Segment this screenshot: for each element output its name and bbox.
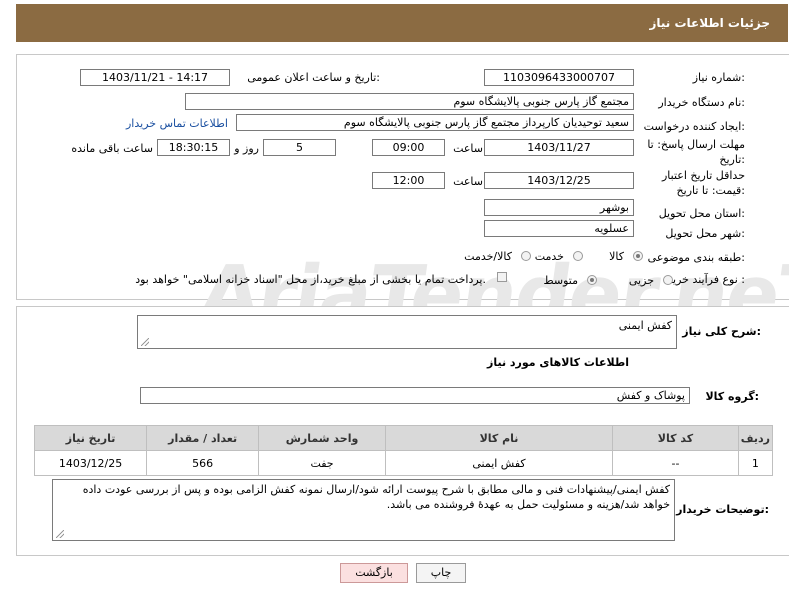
cell-name: کفش ایمنی <box>384 450 614 476</box>
category-goods-radio[interactable] <box>633 251 643 261</box>
category-label: طبقه بندی موضوعی: <box>647 251 745 264</box>
deadline-time-label: ساعت <box>453 142 483 155</box>
price-validity-label: حداقل تاریخ اعتبار قیمت: تا تاریخ: <box>661 169 745 197</box>
process-medium-label: متوسط <box>543 274 578 287</box>
general-desc-text: کفش ایمنی <box>618 319 672 332</box>
goods-group-field[interactable]: پوشاک و کفش <box>140 387 690 404</box>
city-label: شهر محل تحویل: <box>665 227 745 240</box>
print-button[interactable]: چاپ <box>416 563 466 583</box>
buyer-notes-field[interactable]: کفش ایمنی/پیشنهادات فنی و مالی مطابق با … <box>52 479 675 541</box>
process-label: نوع فرآیند خرید : <box>667 273 745 286</box>
buyer-org-label: نام دستگاه خریدار: <box>658 96 745 109</box>
col-date: تاریخ نیاز <box>33 425 148 451</box>
process-minor-label: جزیی <box>628 274 654 287</box>
deadline-time-field[interactable]: 09:00 <box>372 139 445 156</box>
payment-note: پرداخت تمام یا بخشی از مبلغ خرید،از محل … <box>135 273 486 286</box>
col-name: نام کالا <box>384 425 614 451</box>
category-both-radio[interactable] <box>521 251 531 261</box>
days-field[interactable]: 5 <box>263 139 336 156</box>
col-code: کد کالا <box>612 425 739 451</box>
city-field[interactable]: عسلویه <box>484 220 634 237</box>
buyer-contact-link[interactable]: اطلاعات تماس خریدار <box>126 117 228 130</box>
category-service-label: خدمت <box>534 250 564 263</box>
cell-date: 1403/12/25 <box>33 450 148 476</box>
cell-unit: جفت <box>258 450 386 476</box>
remaining-label: ساعت باقی مانده <box>71 142 153 155</box>
back-button[interactable]: بازگشت <box>340 563 408 583</box>
buyer-org-field[interactable]: مجتمع گاز پارس جنوبی پالایشگاه سوم <box>185 93 634 110</box>
cell-qty: 566 <box>146 450 260 476</box>
cell-row: 1 <box>737 450 774 476</box>
category-both-label: کالا/خدمت <box>464 250 512 263</box>
requester-label: ایجاد کننده درخواست: <box>643 120 745 133</box>
price-validity-time-field[interactable]: 12:00 <box>372 172 445 189</box>
resize-grip-icon[interactable] <box>56 530 64 538</box>
goods-info-title: اطلاعات کالاهای مورد نیاز <box>487 356 629 369</box>
general-desc-label: شرح کلی نیاز: <box>682 325 761 338</box>
goods-table-header: ردیف کد کالا نام کالا واحد شمارش تعداد /… <box>33 425 774 451</box>
need-number-field[interactable]: 1103096433000707 <box>484 69 634 86</box>
requester-field[interactable]: سعید توحیدیان کارپرداز مجتمع گاز پارس جن… <box>236 114 634 131</box>
goods-group-label: گروه کالا: <box>705 390 759 403</box>
announce-label: تاریخ و ساعت اعلان عمومی: <box>247 71 380 84</box>
general-desc-field[interactable]: کفش ایمنی <box>137 315 677 349</box>
buyer-notes-text: کفش ایمنی/پیشنهادات فنی و مالی مطابق با … <box>82 483 670 511</box>
category-service-radio[interactable] <box>573 251 583 261</box>
cell-code: -- <box>612 450 739 476</box>
col-unit: واحد شمارش <box>258 425 386 451</box>
category-goods-label: کالا <box>609 250 624 263</box>
days-label: روز و <box>234 142 259 155</box>
remaining-time-field[interactable]: 18:30:15 <box>157 139 230 156</box>
deadline-label: مهلت ارسال پاسخ: تا تاریخ: <box>647 138 745 166</box>
page-header: جزئیات اطلاعات نیاز <box>16 4 788 42</box>
payment-treasury-checkbox[interactable] <box>497 272 507 282</box>
announce-field[interactable]: 1403/11/21 - 14:17 <box>80 69 230 86</box>
price-validity-time-label: ساعت <box>453 175 483 188</box>
resize-grip-icon[interactable] <box>141 338 149 346</box>
goods-table: ردیف کد کالا نام کالا واحد شمارش تعداد /… <box>33 425 774 476</box>
col-qty: تعداد / مقدار <box>146 425 260 451</box>
page-title: جزئیات اطلاعات نیاز <box>649 16 770 30</box>
price-validity-date-field[interactable]: 1403/12/25 <box>484 172 634 189</box>
col-row: ردیف <box>737 425 774 451</box>
need-number-label: شماره نیاز: <box>692 71 745 84</box>
province-field[interactable]: بوشهر <box>484 199 634 216</box>
process-medium-radio[interactable] <box>587 275 597 285</box>
deadline-date-field[interactable]: 1403/11/27 <box>484 139 634 156</box>
province-label: استان محل تحویل: <box>658 207 745 220</box>
process-minor-radio[interactable] <box>663 275 673 285</box>
buyer-notes-label: توضیحات خریدار: <box>676 503 769 516</box>
table-row: 1 -- کفش ایمنی جفت 566 1403/12/25 <box>33 450 774 476</box>
